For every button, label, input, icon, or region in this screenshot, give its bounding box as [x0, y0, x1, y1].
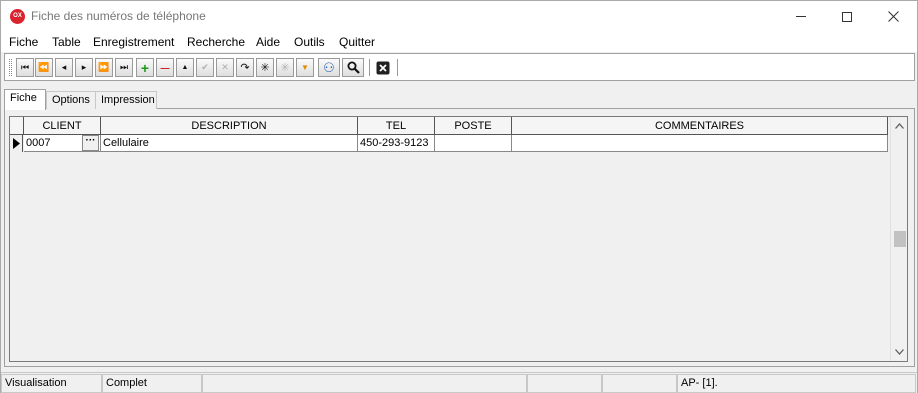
close-form-button[interactable]: [374, 58, 392, 77]
toolbar-grip[interactable]: [9, 59, 12, 76]
menu-aide[interactable]: Aide: [256, 35, 280, 49]
search-button[interactable]: [342, 58, 364, 77]
close-button[interactable]: [870, 1, 916, 32]
prev-record-button[interactable]: ◂: [55, 58, 73, 77]
next-page-button[interactable]: ⏩: [95, 58, 113, 77]
close-form-icon: [376, 61, 390, 74]
menu-table[interactable]: Table: [52, 35, 81, 49]
toolbar-separator: [369, 59, 370, 76]
menu-fiche[interactable]: Fiche: [9, 35, 38, 49]
cell-tel[interactable]: 450-293-9123: [358, 135, 435, 152]
maximize-button[interactable]: [824, 1, 870, 32]
asterisk-disabled-icon: ✳: [280, 62, 290, 74]
header-indicator: [10, 117, 24, 135]
header-commentaires[interactable]: COMMENTAIRES: [512, 117, 888, 135]
tab-impression[interactable]: Impression: [95, 91, 157, 109]
current-row-arrow-icon: [12, 138, 20, 149]
navigator-toolbar: ⏮ ⏪ ◂ ▸ ⏩ ⏭ + — ▲ ✔ ✕ ↷ ✳ ✳ ▼ ⚇: [4, 53, 915, 81]
data-grid[interactable]: CLIENT DESCRIPTION TEL POSTE COMMENTAIRE…: [9, 116, 908, 362]
asterisk-button[interactable]: ✳: [256, 58, 274, 77]
post-icon: ✔: [201, 62, 209, 72]
grid-header: CLIENT DESCRIPTION TEL POSTE COMMENTAIRE…: [10, 117, 888, 135]
delete-icon: —: [160, 62, 170, 73]
menu-recherche[interactable]: Recherche: [187, 35, 245, 49]
status-pane-empty: [527, 374, 602, 393]
status-state: Complet: [102, 374, 202, 393]
menu-outils[interactable]: Outils: [294, 35, 325, 49]
lookup-ellipsis-button[interactable]: ···: [82, 135, 99, 151]
status-pane-empty: [602, 374, 677, 393]
scroll-thumb[interactable]: [894, 231, 906, 247]
next-record-button[interactable]: ▸: [75, 58, 93, 77]
tab-fiche[interactable]: Fiche: [4, 89, 46, 110]
filter-button[interactable]: ▼: [296, 58, 314, 77]
header-poste[interactable]: POSTE: [435, 117, 512, 135]
add-record-button[interactable]: +: [136, 58, 154, 77]
asterisk-icon: ✳: [260, 62, 270, 74]
next-page-icon: ⏩: [98, 62, 110, 72]
header-client[interactable]: CLIENT: [24, 117, 101, 135]
prev-page-icon: ⏪: [38, 62, 50, 72]
status-info: AP- [1].: [677, 374, 916, 393]
first-record-button[interactable]: ⏮: [16, 58, 34, 77]
menu-enregistrement[interactable]: Enregistrement: [93, 35, 174, 49]
maximize-icon: [842, 11, 852, 22]
menu-bar: Fiche Table Enregistrement Recherche Aid…: [1, 32, 917, 52]
window-title: Fiche des numéros de téléphone: [31, 9, 206, 23]
scroll-down-button[interactable]: [891, 345, 908, 359]
status-mode: Visualisation: [1, 374, 102, 393]
refresh-button[interactable]: ↷: [236, 58, 254, 77]
filter-icon: ▼: [301, 63, 309, 72]
edit-icon: ▲: [181, 64, 189, 71]
cell-description[interactable]: Cellulaire: [101, 135, 358, 152]
first-record-icon: ⏮: [20, 62, 30, 72]
next-record-icon: ▸: [81, 62, 87, 72]
prev-page-button[interactable]: ⏪: [35, 58, 53, 77]
table-row[interactable]: 0007 ··· Cellulaire 450-293-9123: [10, 135, 888, 152]
header-description[interactable]: DESCRIPTION: [101, 117, 358, 135]
last-record-icon: ⏭: [119, 62, 129, 72]
menu-quitter[interactable]: Quitter: [339, 35, 375, 49]
asterisk-disabled-button[interactable]: ✳: [276, 58, 294, 77]
chevron-down-icon: [895, 349, 904, 355]
prev-record-icon: ◂: [61, 62, 67, 72]
refresh-icon: ↷: [240, 62, 250, 74]
vertical-scrollbar[interactable]: [890, 117, 907, 361]
close-icon: [887, 11, 899, 22]
application-window: OX Fiche des numéros de téléphone Fiche …: [0, 0, 918, 393]
edit-record-button[interactable]: ▲: [176, 58, 194, 77]
tab-options[interactable]: Options: [46, 91, 96, 109]
app-logo-icon: OX: [10, 9, 25, 24]
cancel-edit-icon: ✕: [221, 62, 229, 72]
minimize-icon: [796, 16, 806, 17]
post-record-button[interactable]: ✔: [196, 58, 214, 77]
binoculars-icon: ⚇: [323, 59, 335, 75]
row-indicator: [10, 135, 23, 152]
cell-poste[interactable]: [435, 135, 512, 152]
add-icon: +: [140, 59, 150, 76]
status-pane-empty: [202, 374, 527, 393]
binoculars-button[interactable]: ⚇: [318, 58, 340, 77]
last-record-button[interactable]: ⏭: [115, 58, 133, 77]
search-icon: [347, 61, 360, 74]
toolbar-separator: [397, 59, 398, 76]
cancel-edit-button[interactable]: ✕: [216, 58, 234, 77]
minimize-button[interactable]: [778, 1, 824, 32]
chevron-up-icon: [895, 123, 904, 129]
status-bar: Visualisation Complet AP- [1].: [1, 372, 917, 393]
delete-record-button[interactable]: —: [156, 58, 174, 77]
cell-commentaires[interactable]: [512, 135, 888, 152]
scroll-up-button[interactable]: [891, 119, 908, 133]
title-bar[interactable]: OX Fiche des numéros de téléphone: [1, 1, 917, 32]
header-tel[interactable]: TEL: [358, 117, 435, 135]
